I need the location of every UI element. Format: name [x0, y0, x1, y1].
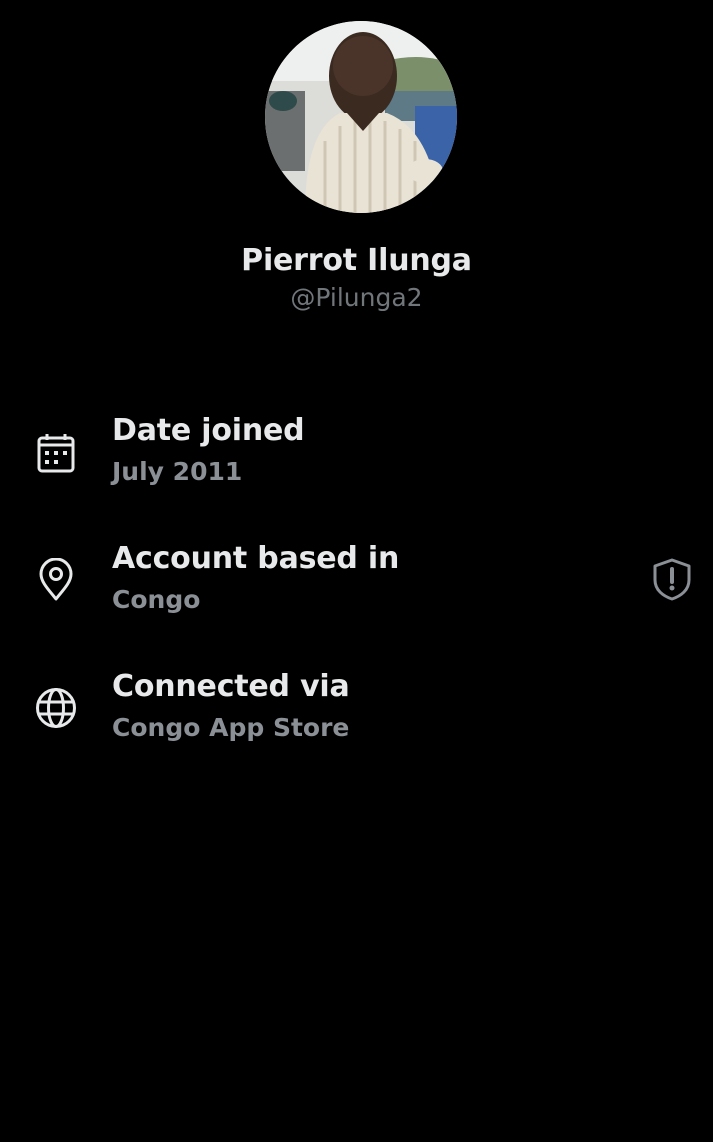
account-based-in-value: Congo — [112, 585, 201, 614]
avatar-photo — [265, 21, 457, 213]
date-joined-row: Date joined July 2011 — [0, 413, 713, 513]
date-joined-value: July 2011 — [112, 457, 243, 486]
profile-handle: @Pilunga2 — [290, 283, 423, 312]
shield-alert-icon[interactable] — [650, 556, 694, 602]
display-name: Pierrot Ilunga — [241, 243, 472, 278]
account-based-in-row: Account based in Congo — [0, 541, 713, 641]
account-based-in-label: Account based in — [112, 541, 400, 576]
connected-via-value: Congo App Store — [112, 713, 350, 742]
connected-via-label: Connected via — [112, 669, 350, 704]
calendar-icon — [34, 431, 78, 475]
globe-icon — [34, 686, 78, 730]
date-joined-label: Date joined — [112, 413, 305, 448]
location-pin-icon — [34, 557, 78, 602]
avatar[interactable] — [265, 21, 457, 213]
connected-via-row: Connected via Congo App Store — [0, 669, 713, 769]
